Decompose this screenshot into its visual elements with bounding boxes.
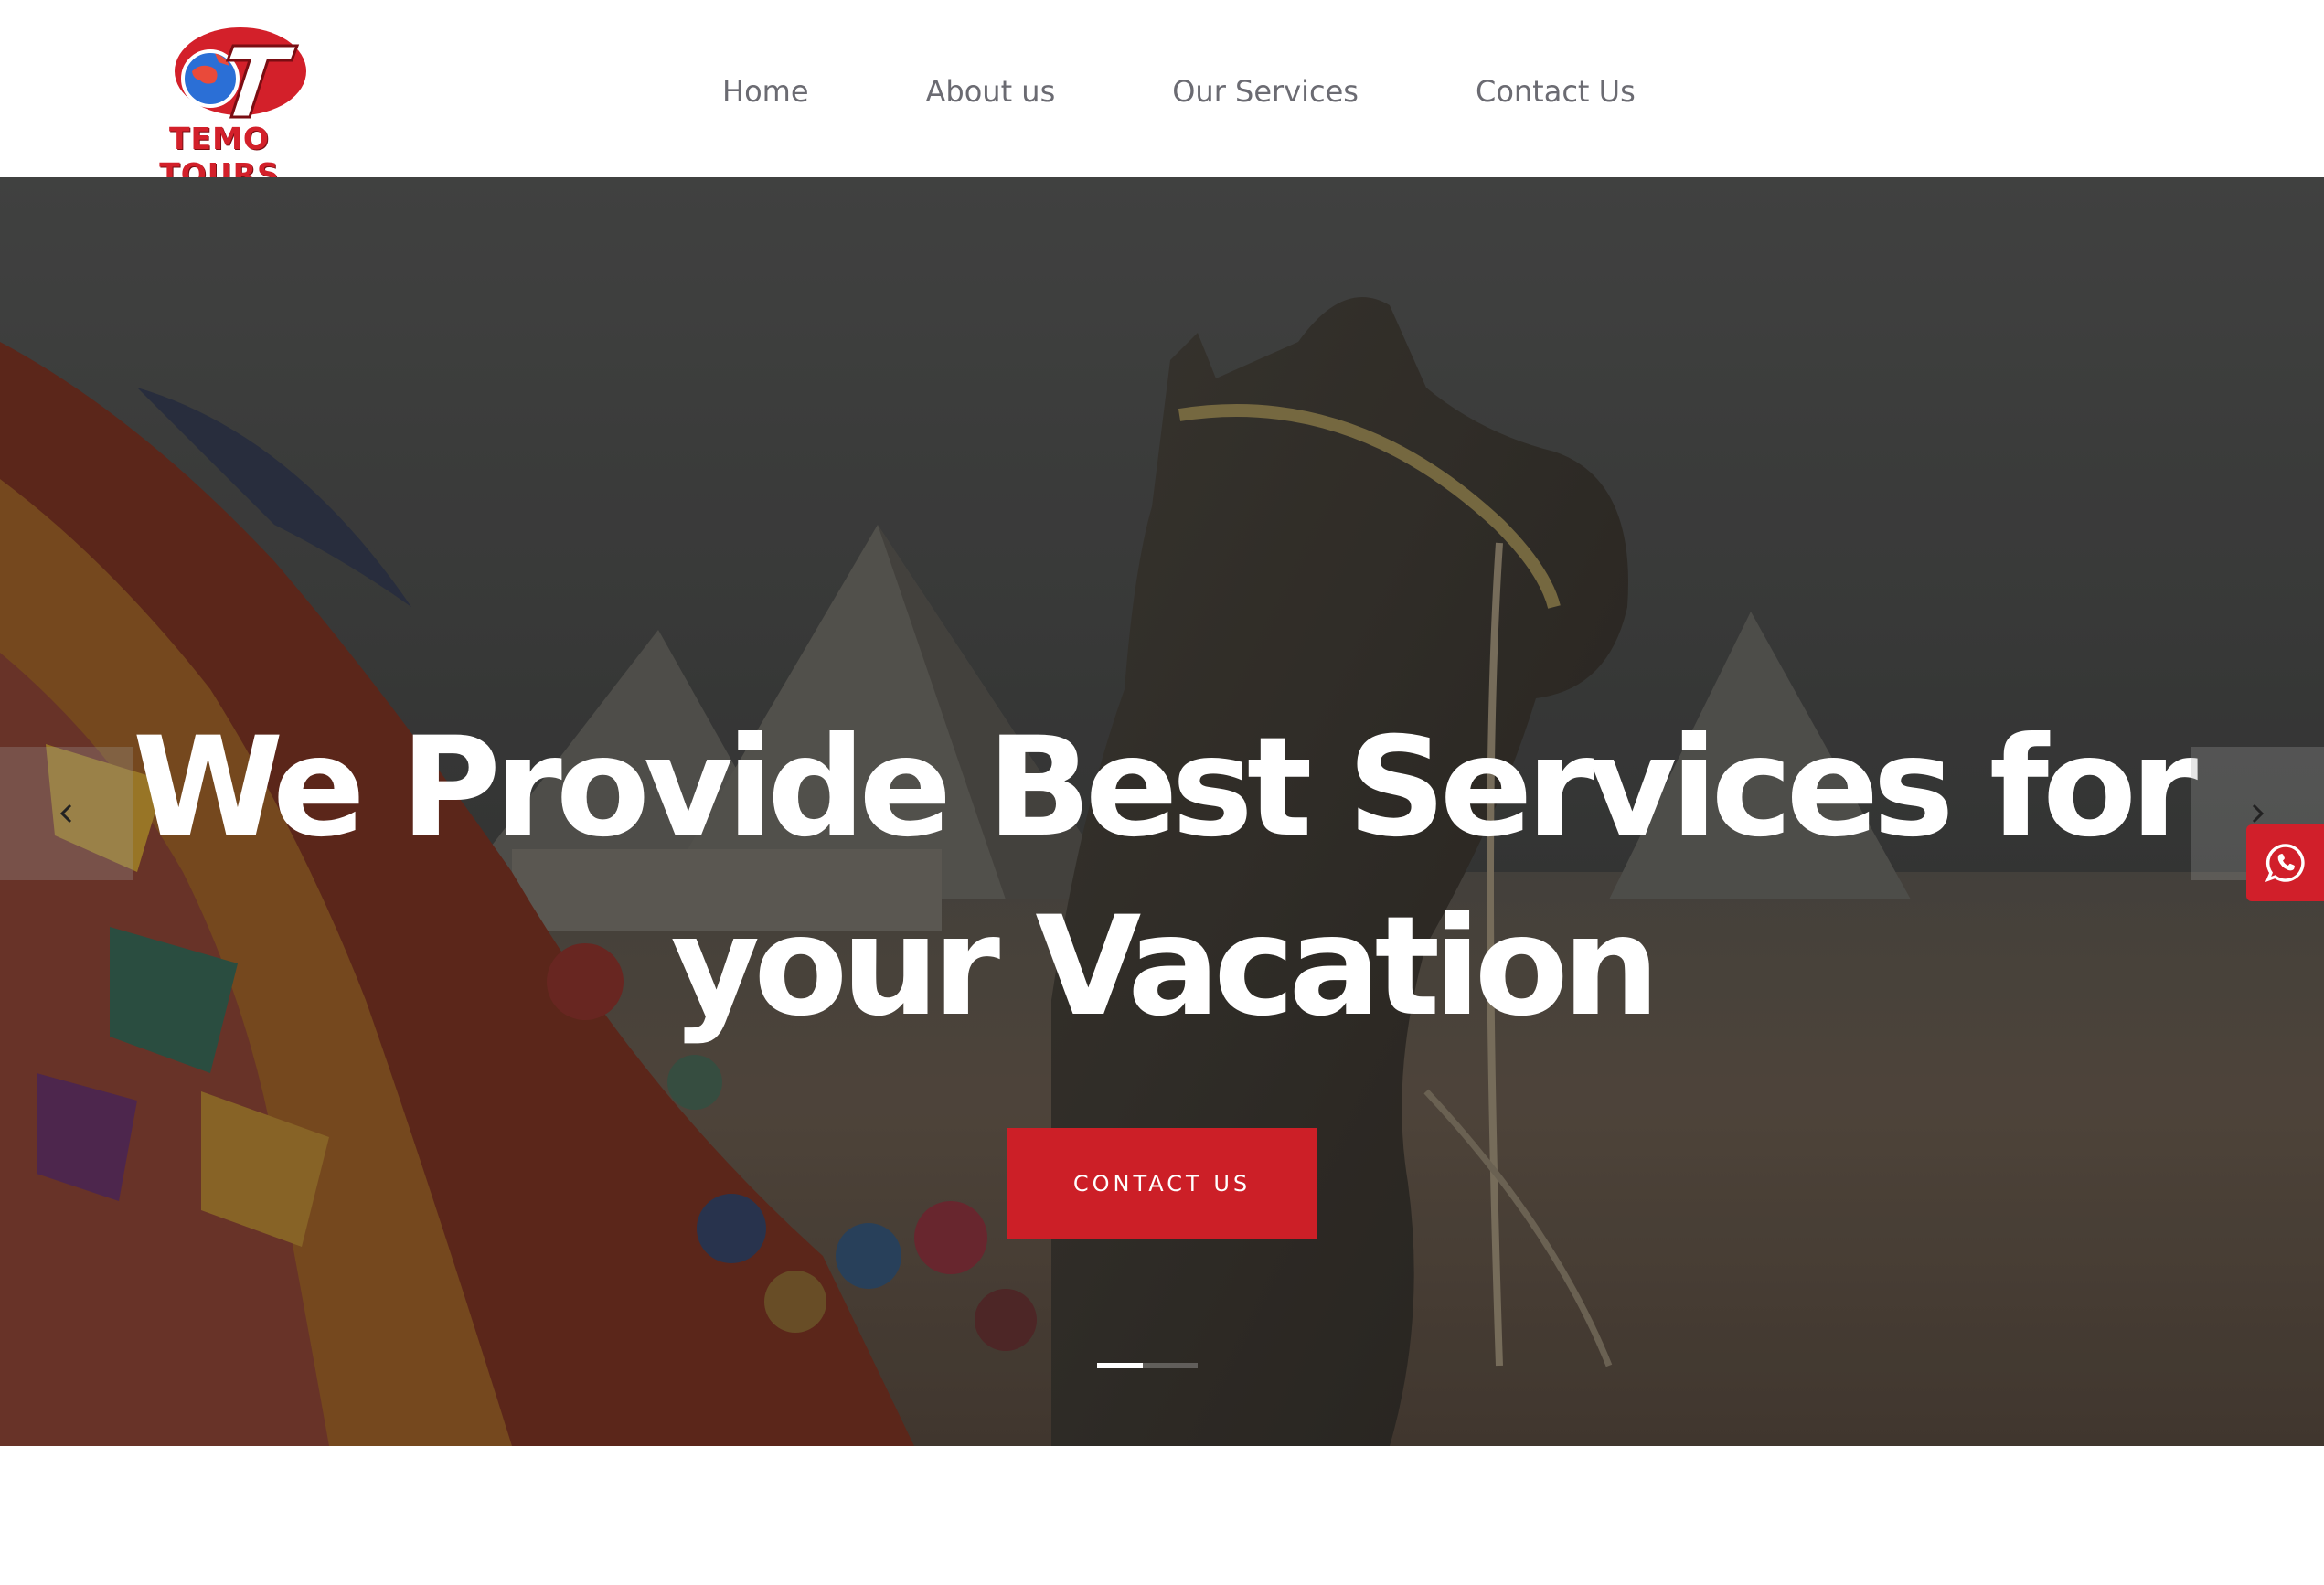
contact-us-button[interactable]: CONTACT US	[1007, 1128, 1317, 1239]
hero-title-line-1: We Provide Best Services for	[132, 708, 2198, 867]
main-nav: Home About us Our Services Contact Us	[722, 64, 1636, 119]
slide-indicator-1[interactable]	[1097, 1363, 1143, 1368]
slide-indicator-3[interactable]	[1170, 1363, 1198, 1368]
chevron-right-icon	[2252, 803, 2265, 824]
slider-prev-button[interactable]	[0, 747, 133, 880]
hero-slider: We Provide Best Services for your Vacati…	[0, 177, 2324, 1446]
hero-title: We Provide Best Services for your Vacati…	[110, 698, 2214, 1057]
slide-indicator-2[interactable]	[1143, 1363, 1170, 1368]
whatsapp-button[interactable]	[2246, 824, 2324, 901]
brand-logo[interactable]: TEMO TOURS	[114, 26, 325, 192]
slider-indicators	[1097, 1363, 1198, 1368]
globe-t-logo-icon	[175, 27, 306, 119]
nav-item-about-us[interactable]: About us	[926, 74, 1056, 109]
hero-title-line-2: your Vacation	[670, 888, 1659, 1047]
nav-item-home[interactable]: Home	[722, 74, 809, 109]
nav-item-our-services[interactable]: Our Services	[1172, 74, 1359, 109]
site-header: TEMO TOURS Home About us Our Services Co…	[0, 0, 2324, 192]
nav-item-contact-us[interactable]: Contact Us	[1476, 74, 1636, 109]
whatsapp-icon	[2265, 844, 2305, 883]
chevron-left-icon	[59, 803, 72, 824]
